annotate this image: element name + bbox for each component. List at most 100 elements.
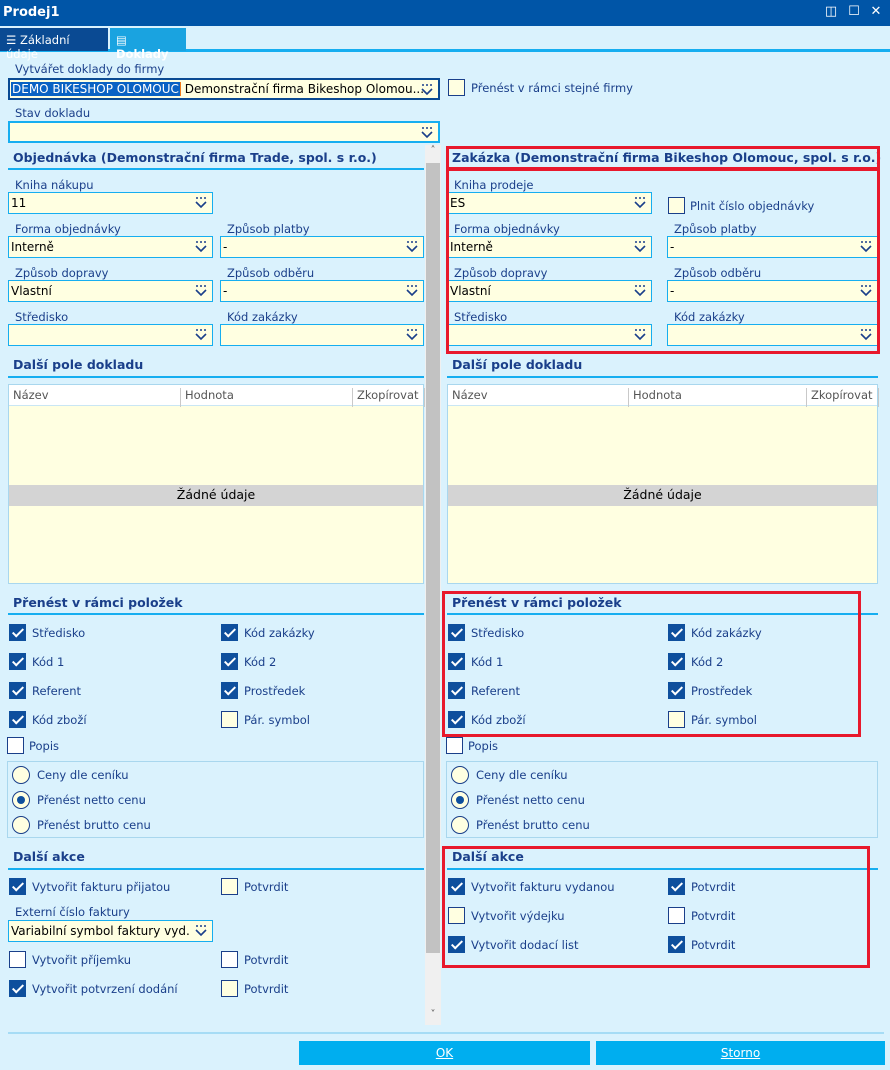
column-header[interactable]: Název [9, 388, 181, 407]
column-header[interactable]: Zkopírovat [353, 388, 425, 407]
price-radio[interactable] [12, 766, 30, 784]
scroll-up-icon[interactable]: ˄ [425, 145, 441, 161]
action-checkbox[interactable] [9, 878, 26, 895]
divider [8, 868, 424, 870]
item-checkbox[interactable] [221, 711, 238, 728]
divider [8, 1032, 884, 1034]
column-header[interactable]: Zkopírovat [807, 388, 879, 407]
price-radio-label: Přenést brutto cenu [37, 818, 151, 832]
section-heading: Přenést v rámci položek [13, 595, 183, 610]
list-icon: ☰ [6, 33, 20, 47]
tab-basic-info[interactable]: ☰ Základní údaje [0, 28, 108, 61]
action-label: Vytvořit příjemku [32, 953, 132, 967]
description-label: Popis [29, 739, 60, 753]
cancel-button[interactable]: Storno [596, 1041, 885, 1065]
book-select[interactable]: 11 [8, 192, 213, 214]
price-radio-label: Přenést netto cenu [476, 793, 585, 807]
confirm-checkbox[interactable] [221, 951, 238, 968]
restore-icon[interactable]: ◫ [824, 5, 838, 19]
action-checkbox[interactable] [9, 980, 26, 997]
column-header[interactable]: Hodnota [181, 388, 353, 407]
price-radio[interactable] [12, 791, 30, 809]
item-checkbox[interactable] [9, 711, 26, 728]
maximize-icon[interactable]: ☐ [847, 5, 861, 19]
confirm-label: Potvrdit [244, 982, 289, 996]
external-number-label: Externí číslo faktury [15, 905, 130, 919]
item-checkbox[interactable] [221, 653, 238, 670]
external-number-select[interactable]: Variabilní symbol faktury vyd. [8, 920, 213, 942]
confirm-label: Potvrdit [244, 880, 289, 894]
action-label: Vytvořit potvrzení dodání [32, 982, 178, 996]
item-checkbox[interactable] [221, 682, 238, 699]
price-radio-label: Ceny dle ceníku [37, 768, 129, 782]
pickup-select[interactable]: - [220, 280, 424, 302]
divider [447, 376, 878, 378]
same-firm-label: Přenést v rámci stejné firmy [471, 81, 633, 95]
chevron-down-icon [195, 329, 207, 341]
ok-button[interactable]: OK [299, 1041, 590, 1065]
payment-select-value: - [223, 240, 228, 254]
confirm-checkbox[interactable] [221, 980, 238, 997]
section-heading: Objednávka (Demonstrační firma Trade, sp… [13, 150, 377, 165]
chevron-down-icon [195, 197, 207, 209]
fields-grid: Název Hodnota Zkopírovat Žádné údaje [447, 384, 879, 584]
chevron-down-icon [195, 241, 207, 253]
close-icon[interactable]: ✕ [869, 5, 883, 19]
payment-label: Způsob platby [227, 222, 310, 236]
chevron-down-icon [421, 127, 433, 139]
firm-label: Vytvářet doklady do firmy [15, 62, 165, 76]
item-checkbox-label: Kód 1 [32, 655, 65, 669]
price-radio-label: Přenést brutto cenu [476, 818, 590, 832]
center-select[interactable] [8, 324, 213, 346]
status-label: Stav dokladu [15, 106, 91, 120]
item-checkbox-label: Prostředek [244, 684, 306, 698]
empty-message: Žádné údaje [448, 485, 877, 506]
order_code-select[interactable] [220, 324, 424, 346]
item-checkbox-label: Pár. symbol [244, 713, 310, 727]
form-label: Forma objednávky [15, 222, 121, 236]
description-checkbox[interactable] [446, 737, 463, 754]
chevron-down-icon [195, 925, 207, 937]
description-label: Popis [468, 739, 499, 753]
firm-select[interactable]: DEMO BIKESHOP OLOMOUC Demonstrační firma… [8, 78, 440, 100]
form-select[interactable]: Interně [8, 236, 213, 258]
item-checkbox-label: Referent [32, 684, 82, 698]
price-radio[interactable] [451, 766, 469, 784]
highlight-box [442, 591, 861, 737]
item-checkbox[interactable] [9, 653, 26, 670]
document-icon: ▤ [116, 33, 127, 47]
price-radio-label: Ceny dle ceníku [476, 768, 568, 782]
status-select[interactable] [8, 121, 440, 143]
confirm-checkbox[interactable] [221, 878, 238, 895]
transport-select[interactable]: Vlastní [8, 280, 213, 302]
chevron-down-icon [406, 329, 418, 341]
price-radio[interactable] [12, 816, 30, 834]
scroll-down-icon[interactable]: ˅ [425, 1009, 441, 1025]
price-radio[interactable] [451, 791, 469, 809]
column-header[interactable]: Název [448, 388, 629, 407]
item-checkbox[interactable] [221, 624, 238, 641]
chevron-down-icon [421, 84, 433, 96]
scrollbar[interactable]: ˄ ˅ [425, 145, 441, 1025]
scrollbar-thumb[interactable] [426, 163, 440, 953]
price-radio-label: Přenést netto cenu [37, 793, 146, 807]
section-heading: Další pole dokladu [13, 357, 144, 372]
item-checkbox[interactable] [9, 682, 26, 699]
payment-select[interactable]: - [220, 236, 424, 258]
action-checkbox[interactable] [9, 951, 26, 968]
book-label: Kniha nákupu [15, 178, 94, 192]
item-checkbox[interactable] [9, 624, 26, 641]
pickup-label: Způsob odběru [227, 266, 315, 280]
chevron-down-icon [195, 285, 207, 297]
item-checkbox-label: Kód zboží [32, 713, 87, 727]
pickup-select-value: - [223, 284, 228, 298]
divider [8, 613, 424, 615]
price-radio[interactable] [451, 816, 469, 834]
fields-grid: Název Hodnota Zkopírovat Žádné údaje [8, 384, 425, 584]
tab-documents[interactable]: ▤ Doklady [110, 28, 186, 61]
item-checkbox-label: Kód 2 [244, 655, 277, 669]
same-firm-checkbox[interactable] [448, 79, 465, 96]
column-header[interactable]: Hodnota [629, 388, 807, 407]
highlight-box [446, 168, 880, 354]
description-checkbox[interactable] [7, 737, 24, 754]
